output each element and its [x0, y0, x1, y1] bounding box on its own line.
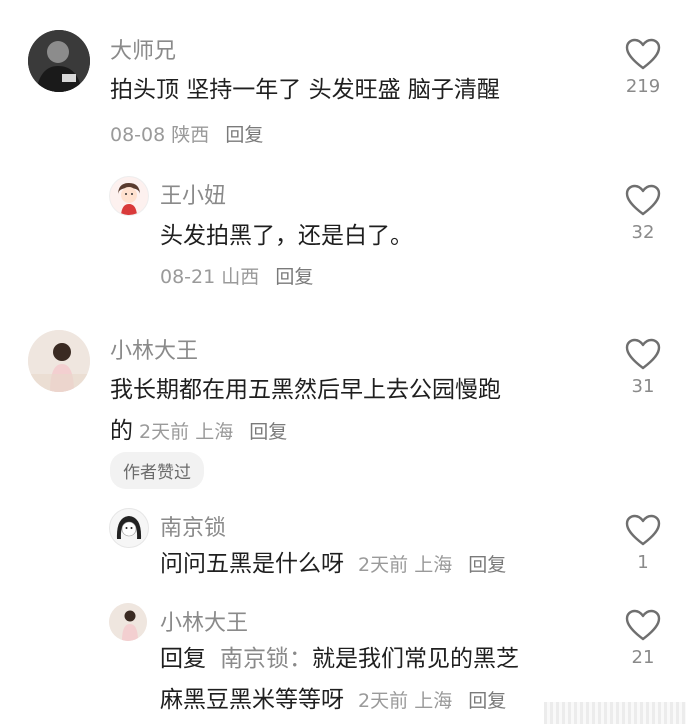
comment-text-line: 我长期都在用五黑然后早上去公园慢跑: [110, 377, 501, 403]
avatar[interactable]: [109, 508, 149, 548]
reply-prefix: 回复: [160, 646, 206, 672]
username[interactable]: 大师兄: [110, 33, 176, 65]
username[interactable]: 南京锁: [160, 510, 226, 542]
comment-date: 2天前: [358, 554, 409, 576]
comment-text-tail: 的: [110, 418, 133, 444]
comment-text-tail: 麻黑豆黑米等等呀: [160, 687, 344, 713]
comment-date: 2天前: [358, 690, 409, 712]
comment-text: 回复 南京锁：就是我们常见的黑芝 麻黑豆黑米等等呀 2天前 上海 回复: [160, 639, 600, 722]
reply-button[interactable]: 回复: [468, 554, 506, 576]
reply-item: 王小妞 头发拍黑了，还是白了。 08-21 山西 回复 32: [0, 160, 690, 310]
comment-text: 头发拍黑了，还是白了。: [160, 223, 413, 249]
heart-outline-icon: [625, 609, 661, 641]
like-count: 32: [631, 222, 655, 243]
reply-button[interactable]: 回复: [468, 690, 506, 712]
comment-meta: 2天前 上海 回复: [352, 554, 506, 576]
comment-text: 拍头顶 坚持一年了 头发旺盛 脑子清醒: [110, 77, 500, 103]
mention-link[interactable]: 南京锁：: [220, 646, 312, 672]
comment-location: 陕西: [171, 124, 210, 146]
watermark: [544, 702, 686, 724]
comment-date: 08-08: [110, 124, 166, 146]
comment-meta: 2天前 上海 回复: [133, 421, 287, 443]
comment-text-line-2: 麻黑豆黑米等等呀 2天前 上海 回复: [160, 680, 600, 722]
comment-location: 上海: [414, 554, 453, 576]
like-button[interactable]: 21: [613, 609, 673, 668]
comment-text-body: 就是我们常见的黑芝: [312, 646, 519, 672]
comment-date: 08-21: [160, 266, 216, 288]
author-liked-badge: 作者赞过: [110, 452, 204, 489]
heart-outline-icon: [625, 514, 661, 546]
heart-outline-icon: [625, 38, 661, 70]
comment-text-line-2: 的 2天前 上海 回复: [110, 411, 590, 453]
heart-outline-icon: [625, 184, 661, 216]
reply-button[interactable]: 回复: [225, 124, 263, 146]
heart-outline-icon: [625, 338, 661, 370]
like-button[interactable]: 32: [613, 184, 673, 243]
comment-text-body: 问问五黑是什么呀: [160, 551, 344, 577]
like-button[interactable]: 31: [613, 338, 673, 397]
comment-location: 上海: [414, 690, 453, 712]
like-count: 1: [637, 552, 649, 573]
comment-meta: 2天前 上海 回复: [352, 690, 506, 712]
like-button[interactable]: 1: [613, 514, 673, 573]
comment-location: 山西: [221, 266, 260, 288]
comment-date: 2天前: [139, 421, 190, 443]
comment-location: 上海: [195, 421, 234, 443]
like-count: 31: [631, 376, 655, 397]
reply-item: 南京锁 问问五黑是什么呀 2天前 上海 回复 1: [0, 500, 690, 595]
username[interactable]: 小林大王: [160, 605, 248, 637]
like-count: 21: [631, 647, 655, 668]
like-count: 219: [625, 76, 661, 97]
comment-item: 小林大王 我长期都在用五黑然后早上去公园慢跑 的 2天前 上海 回复 作者赞过 …: [0, 310, 690, 500]
avatar[interactable]: [109, 176, 149, 216]
comment-item: 大师兄 拍头顶 坚持一年了 头发旺盛 脑子清醒 08-08 陕西 回复 219: [0, 0, 690, 160]
reply-button[interactable]: 回复: [249, 421, 287, 443]
avatar[interactable]: [28, 330, 90, 392]
comment-text: 我长期都在用五黑然后早上去公园慢跑 的 2天前 上海 回复: [110, 370, 590, 453]
username[interactable]: 王小妞: [160, 178, 226, 210]
comment-text-line: 回复 南京锁：就是我们常见的黑芝: [160, 639, 600, 680]
reply-button[interactable]: 回复: [275, 266, 313, 288]
comment-meta: 08-21 山西 回复: [160, 262, 313, 289]
avatar[interactable]: [109, 603, 147, 641]
comment-text: 问问五黑是什么呀 2天前 上海 回复: [160, 544, 506, 586]
like-button[interactable]: 219: [613, 38, 673, 97]
username[interactable]: 小林大王: [110, 333, 198, 365]
comment-meta: 08-08 陕西 回复: [110, 120, 263, 147]
avatar[interactable]: [28, 30, 90, 92]
